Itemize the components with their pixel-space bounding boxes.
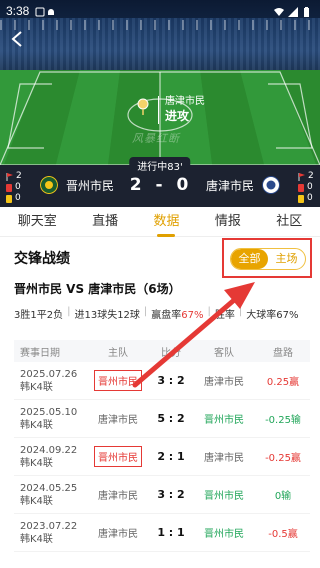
h2h-table: 赛事日期 主队 比分 客队 盘路 2025.07.26 韩K4联 晋州市民 3 :… xyxy=(14,340,310,552)
row-date: 2024.09.22 xyxy=(20,444,78,456)
tab-community[interactable]: 社区 xyxy=(272,207,306,237)
away-team[interactable]: 唐津市民 xyxy=(206,176,280,194)
tab-live[interactable]: 直播 xyxy=(88,207,122,237)
back-button[interactable] xyxy=(10,30,30,50)
filter-toggle: 全部 主场 xyxy=(230,248,306,270)
scorebar: 进行中83' 2 0 0 晋州市民 2 - 0 唐津市民 2 0 0 xyxy=(0,157,320,207)
row-home-team: 晋州市民 xyxy=(94,446,142,467)
event-team: 唐津市民 xyxy=(165,96,205,107)
row-league: 韩K4联 xyxy=(20,457,53,469)
battery-icon xyxy=(303,6,314,17)
row-odds: -0.5赢 xyxy=(268,529,298,540)
table-row[interactable]: 2024.09.22 韩K4联 晋州市民 2 : 1 唐津市民 -0.25赢 xyxy=(14,438,310,476)
summary-stats: 3胜1平2负 | 进13球失12球 | 赢盘率67% | 胜率 | 大球率67% xyxy=(14,306,299,321)
row-away-team: 唐津市民 xyxy=(204,377,244,388)
notification-icon xyxy=(35,7,46,16)
summary-record: 3胜1平2负 xyxy=(14,310,64,321)
red-card-icon xyxy=(298,183,304,192)
tab-data[interactable]: 数据 xyxy=(149,207,183,237)
away-team-name: 唐津市民 xyxy=(205,178,254,193)
vs-title: 晋州市民 VS 唐津市民（6场） xyxy=(14,282,181,296)
watermark: 风暴红断 xyxy=(132,132,180,145)
location-pin-icon xyxy=(137,98,149,115)
wifi-icon xyxy=(273,7,284,16)
row-date: 2023.07.22 xyxy=(20,520,78,532)
row-score: 2 : 1 xyxy=(157,450,185,463)
summary-victory-label: 胜率 xyxy=(214,310,235,321)
toggle-highlight-box: 全部 主场 xyxy=(222,238,312,278)
summary-big-ball: 大球率67% xyxy=(246,310,299,321)
match-status: 进行中83' xyxy=(129,157,191,174)
away-score: 0 xyxy=(176,175,191,195)
row-date: 2024.05.25 xyxy=(20,482,78,494)
header-home: 主队 xyxy=(108,347,128,359)
row-league: 韩K4联 xyxy=(20,381,53,393)
yellow-card-icon xyxy=(6,194,12,203)
tab-intel[interactable]: 情报 xyxy=(211,207,245,237)
table-row[interactable]: 2025.07.26 韩K4联 晋州市民 3 : 2 唐津市民 0.25赢 xyxy=(14,362,310,400)
summary-win-rate-value: 67% xyxy=(181,310,204,321)
live-animation-area: 3:38 唐津市民 进攻 风暴红断 xyxy=(0,0,320,165)
row-league: 韩K4联 xyxy=(20,495,53,507)
home-score: 2 xyxy=(129,175,144,195)
header-away: 客队 xyxy=(214,347,234,359)
score-dash: - xyxy=(155,175,165,195)
status-time: 3:38 xyxy=(6,4,30,18)
section-title: 交锋战绩 xyxy=(14,251,70,267)
row-home-team: 唐津市民 xyxy=(98,415,138,426)
header-score: 比分 xyxy=(161,347,181,359)
row-league: 韩K4联 xyxy=(20,419,53,431)
row-away-team: 晋州市民 xyxy=(204,415,244,426)
event-action: 进攻 xyxy=(165,109,190,123)
row-score: 3 : 2 xyxy=(157,488,185,501)
event-divider xyxy=(158,96,159,124)
android-icon xyxy=(46,7,57,16)
row-odds: 0.25赢 xyxy=(266,377,300,388)
toggle-all[interactable]: 全部 xyxy=(231,249,268,269)
chevron-left-icon xyxy=(11,31,22,47)
table-row[interactable]: 2023.07.22 韩K4联 唐津市民 1 : 1 晋州市民 -0.5赢 xyxy=(14,514,310,552)
away-team-logo-icon xyxy=(262,176,280,194)
row-score: 1 : 1 xyxy=(157,526,185,539)
live-event: 唐津市民 进攻 xyxy=(136,96,205,124)
row-away-team: 晋州市民 xyxy=(204,491,244,502)
table-row[interactable]: 2024.05.25 韩K4联 唐津市民 3 : 2 晋州市民 0输 xyxy=(14,476,310,514)
away-corners: 2 xyxy=(308,171,314,181)
row-league: 韩K4联 xyxy=(20,533,53,545)
row-score: 5 : 2 xyxy=(157,412,185,425)
status-icons xyxy=(273,6,314,17)
summary-separator: | xyxy=(207,306,211,317)
away-yellow-cards: 0 xyxy=(307,193,313,203)
yellow-card-icon xyxy=(298,194,304,203)
row-home-team: 晋州市民 xyxy=(94,370,142,391)
toggle-home[interactable]: 主场 xyxy=(268,249,305,269)
tab-bar: 聊天室 直播 数据 情报 社区 xyxy=(0,207,320,237)
row-odds: -0.25赢 xyxy=(265,453,301,464)
summary-win-rate-label: 赢盘率 xyxy=(151,310,182,321)
summary-goals: 进13球失12球 xyxy=(74,310,140,321)
row-odds: 0输 xyxy=(274,491,292,502)
away-red-cards: 0 xyxy=(307,182,313,192)
row-away-team: 晋州市民 xyxy=(204,529,244,540)
status-bar: 3:38 xyxy=(0,0,320,22)
header-date: 赛事日期 xyxy=(20,347,60,359)
row-score: 3 : 2 xyxy=(157,374,185,387)
tab-chat[interactable]: 聊天室 xyxy=(14,207,61,237)
corner-flag-icon xyxy=(298,172,305,181)
summary-separator: | xyxy=(143,306,148,317)
row-odds: -0.25输 xyxy=(265,415,301,426)
table-row[interactable]: 2025.05.10 韩K4联 唐津市民 5 : 2 晋州市民 -0.25输 xyxy=(14,400,310,438)
table-header: 赛事日期 主队 比分 客队 盘路 xyxy=(14,340,310,362)
row-home-team: 唐津市民 xyxy=(98,491,138,502)
row-away-team: 唐津市民 xyxy=(204,453,244,464)
row-home-team: 唐津市民 xyxy=(98,529,138,540)
header-odds: 盘路 xyxy=(273,347,293,359)
row-date: 2025.05.10 xyxy=(20,406,78,418)
summary-separator: | xyxy=(238,306,243,317)
signal-icon xyxy=(288,6,299,17)
row-date: 2025.07.26 xyxy=(20,368,78,380)
away-stats: 2 0 0 xyxy=(298,171,318,204)
summary-separator: | xyxy=(67,306,71,317)
